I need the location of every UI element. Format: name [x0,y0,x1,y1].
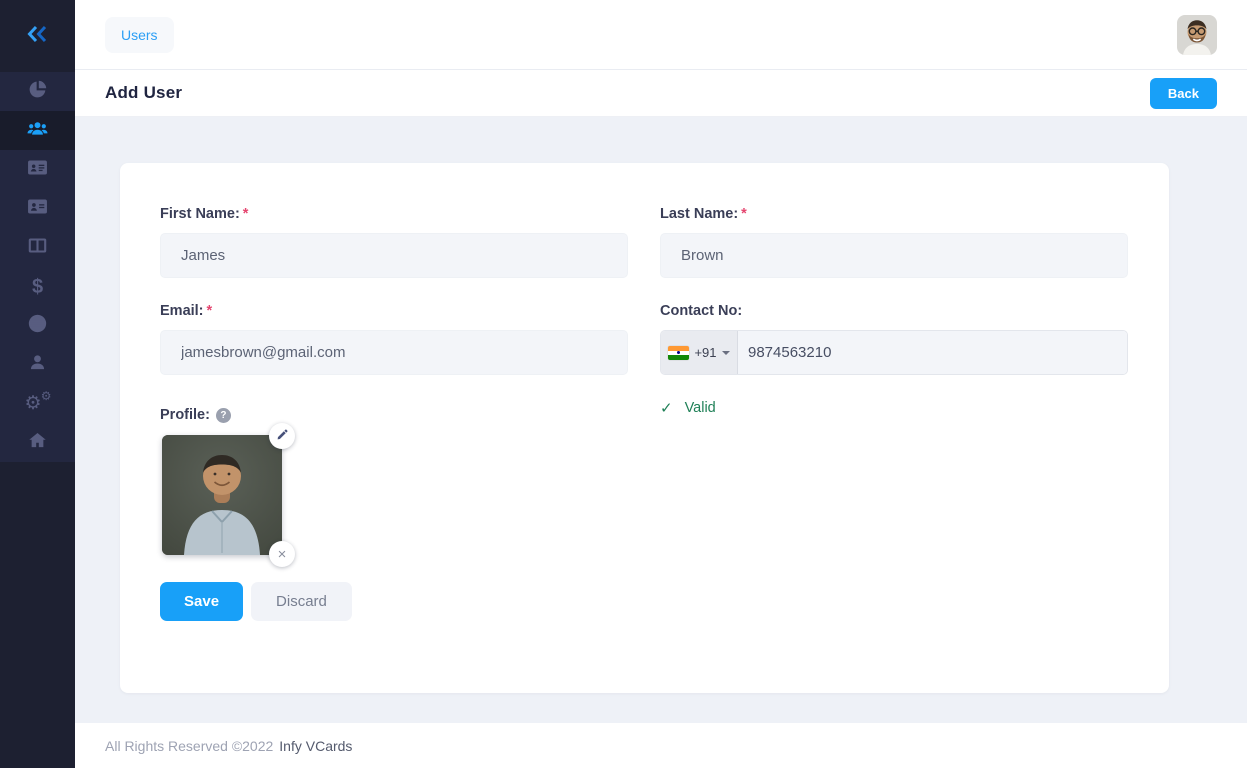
profile-image [162,435,282,555]
id-card-icon [27,157,48,183]
validation-text: Valid [684,400,716,416]
first-name-field-group: First Name: * [160,206,628,278]
app-window: $ ⚙ ⚙ Users Add User Back First Name: * … [0,0,1247,768]
email-field-group: Email: * [160,303,628,375]
page-title: Add User [105,83,183,102]
sidebar-nav: $ ⚙ ⚙ [0,72,75,462]
india-flag-icon [668,345,690,360]
required-marker: * [741,206,747,222]
sidebar: $ ⚙ ⚙ [0,0,75,768]
user-icon [27,352,48,378]
close-icon: × [277,545,287,563]
back-button[interactable]: Back [1149,77,1217,109]
required-marker: * [242,206,249,222]
contact-number-input[interactable] [738,331,1127,374]
main-area: Users Add User Back First Name: * James … [75,0,1247,768]
add-user-form-card: First Name:* Email:* Profile: [120,163,1169,693]
phone-input-group: +91 [660,330,1128,375]
page-header: Add User Back [75,70,1247,117]
double-chevron-left-icon [26,24,50,49]
globe-icon [27,313,48,339]
content: First Name:* Email:* Profile: [75,117,1247,723]
dial-code: +91 [694,345,717,360]
footer-rights-text: All Rights Reserved ©2022 [105,737,274,754]
profile-edit-button[interactable] [269,423,295,449]
footer-brand-link[interactable]: Infy VCards [279,738,352,754]
country-code-dropdown[interactable]: +91 [661,331,738,374]
save-button[interactable]: Save [160,582,244,621]
form-actions: Save Discard [160,582,628,621]
check-icon: ✓ [660,400,673,417]
user-avatar-photo-icon [1177,14,1217,55]
topbar-avatar[interactable] [1177,14,1217,55]
email-label: Email: * [160,303,213,319]
home-icon [27,430,48,456]
first-name-input[interactable] [160,233,628,278]
sidebar-item-settings[interactable]: ⚙ ⚙ [0,384,75,423]
profile-label: Profile: [160,407,210,423]
first-name-label: First Name: * [160,206,249,222]
sidebar-item-languages[interactable] [0,306,75,345]
footer: All Rights Reserved ©2022 Infy VCards [75,723,1247,768]
users-group-icon [27,118,48,144]
dollar-sign-icon: $ [31,275,44,298]
last-name-input[interactable] [660,233,1128,278]
last-name-field-group: Last Name: * [660,206,1128,278]
sidebar-item-contacts[interactable] [0,189,75,228]
columns-icon [27,235,48,261]
pencil-icon [276,428,289,444]
topbar: Users [75,0,1247,70]
breadcrumb-users[interactable]: Users [105,16,174,53]
sidebar-item-vcards[interactable] [0,150,75,189]
contact-field-group: Contact No: +91 9874563210 ✓ Valid [660,303,1128,417]
required-marker: * [206,303,213,319]
contact-label: Contact No: [660,303,743,319]
profile-label-row: Profile: ? [160,407,628,423]
email-input[interactable] [160,330,628,375]
address-card-icon [27,196,48,222]
question-mark-icon[interactable]: ? [215,407,231,423]
sidebar-item-users[interactable] [0,111,75,150]
chevron-down-icon [721,350,730,355]
discard-button[interactable]: Discard [251,582,352,621]
sidebar-item-home[interactable] [0,423,75,462]
profile-remove-button[interactable]: × [269,541,295,567]
sidebar-item-account[interactable] [0,345,75,384]
sidebar-collapse-button[interactable] [0,0,75,72]
sidebar-item-dashboard[interactable] [0,72,75,111]
last-name-label: Last Name: * [660,206,747,222]
gears-icon: ⚙ ⚙ [24,388,52,414]
pie-chart-icon [27,79,48,105]
sidebar-item-transactions[interactable]: $ [0,267,75,306]
sidebar-item-plans[interactable] [0,228,75,267]
phone-validation-status: ✓ Valid [660,399,1128,417]
profile-image-wrap: × [162,423,295,567]
